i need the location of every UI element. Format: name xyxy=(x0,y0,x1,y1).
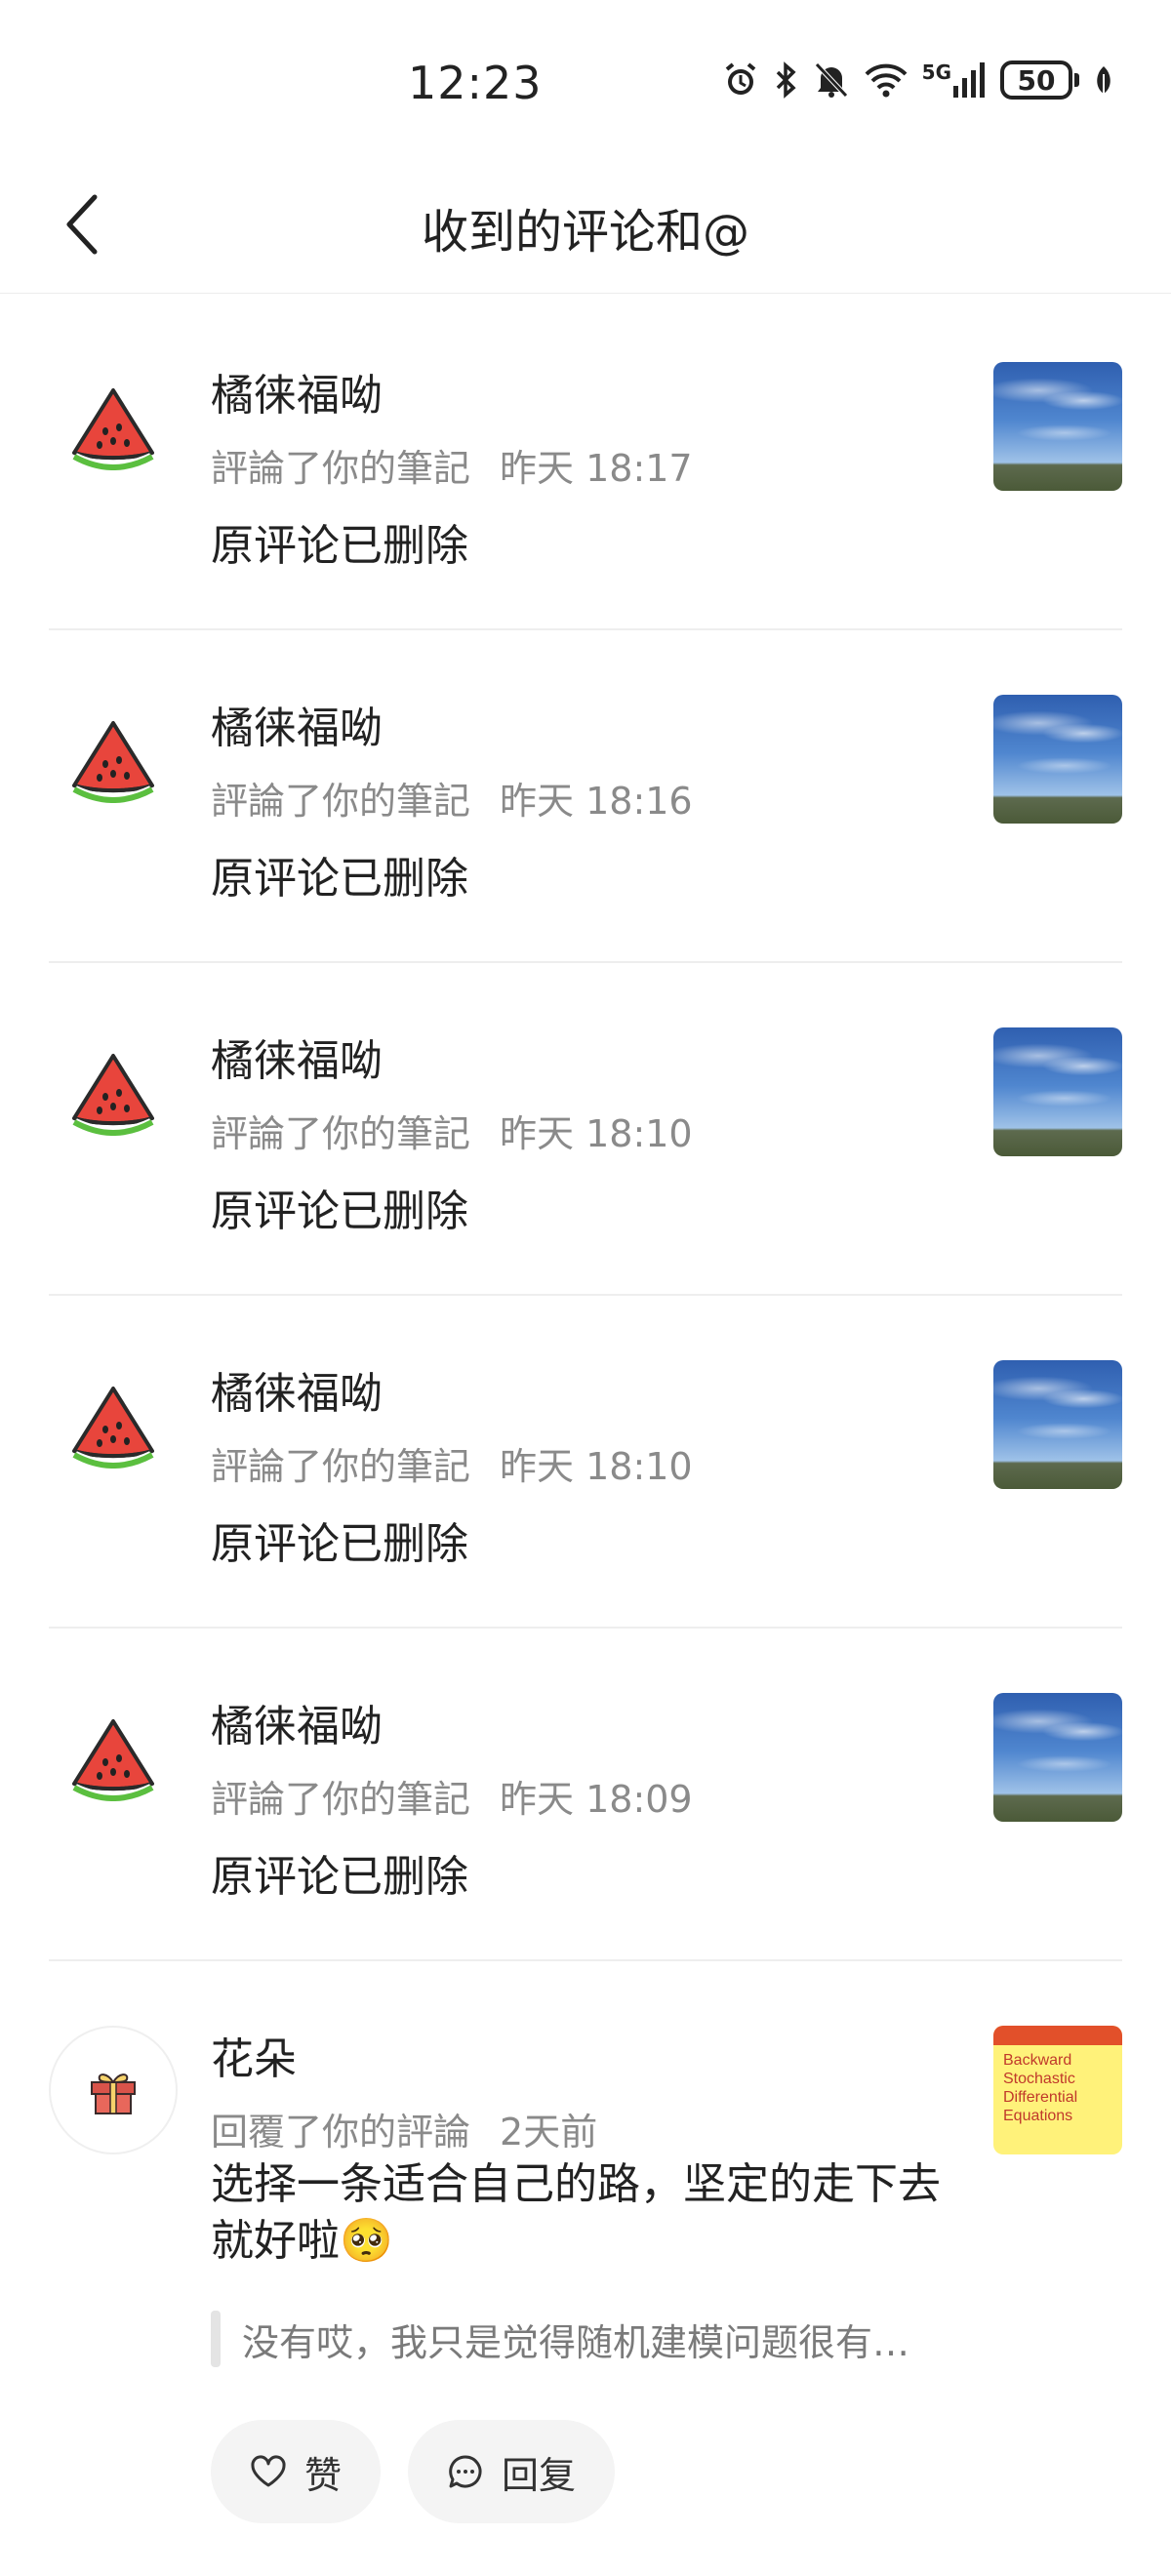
sky-photo xyxy=(993,1693,1122,1822)
timestamp: 昨天 18:17 xyxy=(500,447,693,490)
meta: 評論了你的筆記 昨天 18:17 xyxy=(211,438,693,492)
action-text: 評論了你的筆記 xyxy=(211,1445,471,1488)
list-item[interactable]: 花朵 回覆了你的評論 2天前 选择一条适合自己的路，坚定的走下去就好啦🥺 Back… xyxy=(0,1961,1171,2547)
book-cover-band xyxy=(993,2026,1122,2045)
user-name[interactable]: 橘徕福呦 xyxy=(211,1358,383,1421)
status-time: 12:23 xyxy=(408,57,543,109)
note-thumbnail[interactable] xyxy=(993,695,1122,824)
alarm-icon xyxy=(721,60,760,100)
timestamp: 昨天 18:10 xyxy=(500,1112,693,1155)
list-item[interactable]: 橘徕福呦 評論了你的筆記 昨天 18:10 原评论已删除 xyxy=(0,1296,1171,1629)
action-buttons: 赞 回复 xyxy=(211,2420,616,2523)
user-name[interactable]: 橘徕福呦 xyxy=(211,1026,383,1088)
reply-label: 回复 xyxy=(502,2453,577,2497)
user-name[interactable]: 花朵 xyxy=(211,2024,297,2086)
timestamp: 昨天 18:10 xyxy=(500,1445,693,1488)
action-text: 評論了你的筆記 xyxy=(211,1778,471,1821)
timestamp: 昨天 18:09 xyxy=(500,1778,693,1821)
watermelon-icon xyxy=(72,1054,154,1136)
wifi-icon xyxy=(864,60,909,100)
sky-photo xyxy=(993,695,1122,824)
battery-icon: 50 xyxy=(1000,60,1079,100)
signal-icon: 5G xyxy=(922,60,987,100)
leaf-icon xyxy=(1093,60,1114,100)
book-title: Backward Stochastic Differential Equatio… xyxy=(1003,2052,1078,2124)
user-name[interactable]: 橘徕福呦 xyxy=(211,693,383,755)
battery-level: 50 xyxy=(1000,60,1072,100)
status-bar: 12:23 5G 50 xyxy=(0,0,1171,156)
action-text: 回覆了你的評論 xyxy=(211,2111,471,2153)
comment-text[interactable]: 原评论已删除 xyxy=(211,843,468,906)
note-thumbnail[interactable] xyxy=(993,1693,1122,1822)
avatar[interactable] xyxy=(49,1027,178,1156)
comment-text[interactable]: 原评论已删除 xyxy=(211,1841,468,1904)
comment-text[interactable]: 原评论已删除 xyxy=(211,1176,468,1238)
heart-icon xyxy=(251,2455,286,2487)
action-text: 評論了你的筆記 xyxy=(211,780,471,823)
notification-list[interactable]: 橘徕福呦 評論了你的筆記 昨天 18:17 原评论已删除 橘徕福呦 評論了你的筆記… xyxy=(0,298,1171,2547)
comment-text[interactable]: 选择一条适合自己的路，坚定的走下去就好啦🥺 xyxy=(211,2156,952,2270)
watermelon-icon xyxy=(72,1387,154,1469)
avatar[interactable] xyxy=(49,1360,178,1489)
sky-photo xyxy=(993,362,1122,491)
action-text: 評論了你的筆記 xyxy=(211,447,471,490)
note-thumbnail[interactable] xyxy=(993,362,1122,491)
meta: 評論了你的筆記 昨天 18:10 xyxy=(211,1436,693,1490)
timestamp: 2天前 xyxy=(500,2111,598,2153)
like-label: 赞 xyxy=(304,2453,343,2497)
meta: 回覆了你的評論 2天前 xyxy=(211,2102,597,2155)
like-button[interactable]: 赞 xyxy=(211,2420,382,2523)
comment-text[interactable]: 原评论已删除 xyxy=(211,510,468,573)
quoted-comment[interactable]: 没有哎，我只是觉得随机建模问题很有… xyxy=(211,2311,945,2367)
avatar[interactable] xyxy=(49,2026,178,2154)
meta: 評論了你的筆記 昨天 18:09 xyxy=(211,1769,693,1823)
note-thumbnail[interactable] xyxy=(993,1360,1122,1489)
comment-body: 选择一条适合自己的路，坚定的走下去就好啦 xyxy=(211,2159,941,2266)
note-thumbnail[interactable] xyxy=(993,1027,1122,1156)
emoji: 🥺 xyxy=(340,2216,393,2266)
list-item[interactable]: 橘徕福呦 評論了你的筆記 昨天 18:17 原评论已删除 xyxy=(0,298,1171,630)
list-item[interactable]: 橘徕福呦 評論了你的筆記 昨天 18:16 原评论已删除 xyxy=(0,630,1171,963)
mute-icon xyxy=(813,60,850,100)
avatar[interactable] xyxy=(49,695,178,824)
avatar[interactable] xyxy=(49,1693,178,1822)
chat-bubble-icon xyxy=(449,2455,482,2488)
list-item[interactable]: 橘徕福呦 評論了你的筆記 昨天 18:09 原评论已删除 xyxy=(0,1629,1171,1961)
gift-icon xyxy=(91,2073,136,2114)
quote-bar xyxy=(211,2311,221,2367)
user-name[interactable]: 橘徕福呦 xyxy=(211,1691,383,1753)
sky-photo xyxy=(993,1027,1122,1156)
quote-text: 没有哎，我只是觉得随机建模问题很有… xyxy=(242,2320,910,2364)
action-text: 評論了你的筆記 xyxy=(211,1112,471,1155)
note-thumbnail[interactable]: Backward Stochastic Differential Equatio… xyxy=(993,2026,1122,2154)
header: 收到的评论和@ xyxy=(0,156,1171,294)
list-item[interactable]: 橘徕福呦 評論了你的筆記 昨天 18:10 原评论已删除 xyxy=(0,963,1171,1296)
meta: 評論了你的筆記 昨天 18:16 xyxy=(211,771,693,825)
reply-button[interactable]: 回复 xyxy=(408,2420,616,2523)
watermelon-icon xyxy=(72,721,154,803)
comment-text[interactable]: 原评论已删除 xyxy=(211,1509,468,1571)
timestamp: 昨天 18:16 xyxy=(500,780,693,823)
user-name[interactable]: 橘徕福呦 xyxy=(211,360,383,423)
avatar[interactable] xyxy=(49,362,178,491)
bluetooth-icon xyxy=(774,60,799,100)
watermelon-icon xyxy=(72,388,154,470)
watermelon-icon xyxy=(72,1719,154,1801)
page-title: 收到的评论和@ xyxy=(421,205,749,260)
sky-photo xyxy=(993,1360,1122,1489)
status-icons: 5G 50 xyxy=(721,60,1114,100)
meta: 評論了你的筆記 昨天 18:10 xyxy=(211,1104,693,1157)
network-type: 5G xyxy=(921,60,951,84)
